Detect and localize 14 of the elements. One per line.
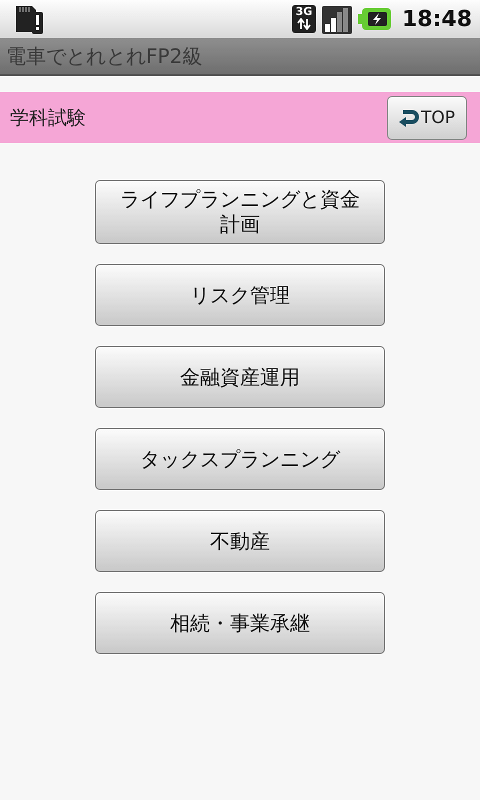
clock-time: 18:48 <box>402 6 472 32</box>
menu-button[interactable]: リスク管理 <box>95 264 385 326</box>
menu-button[interactable]: 相続・事業承継 <box>95 592 385 654</box>
menu-button[interactable]: ライフプランニングと資金計画 <box>95 180 385 244</box>
return-arrow-icon <box>398 108 419 128</box>
menu-button[interactable]: 金融資産運用 <box>95 346 385 408</box>
app-title: 電車でとれとれFP2級 <box>6 42 202 70</box>
menu-button[interactable]: 不動産 <box>95 510 385 572</box>
top-button[interactable]: TOP <box>387 96 467 140</box>
network-type-icon: 3G <box>292 5 316 33</box>
menu-button[interactable]: タックスプランニング <box>95 428 385 490</box>
section-title: 学科試験 <box>10 106 86 130</box>
battery-charging-icon <box>358 7 392 31</box>
signal-icon <box>322 4 352 34</box>
